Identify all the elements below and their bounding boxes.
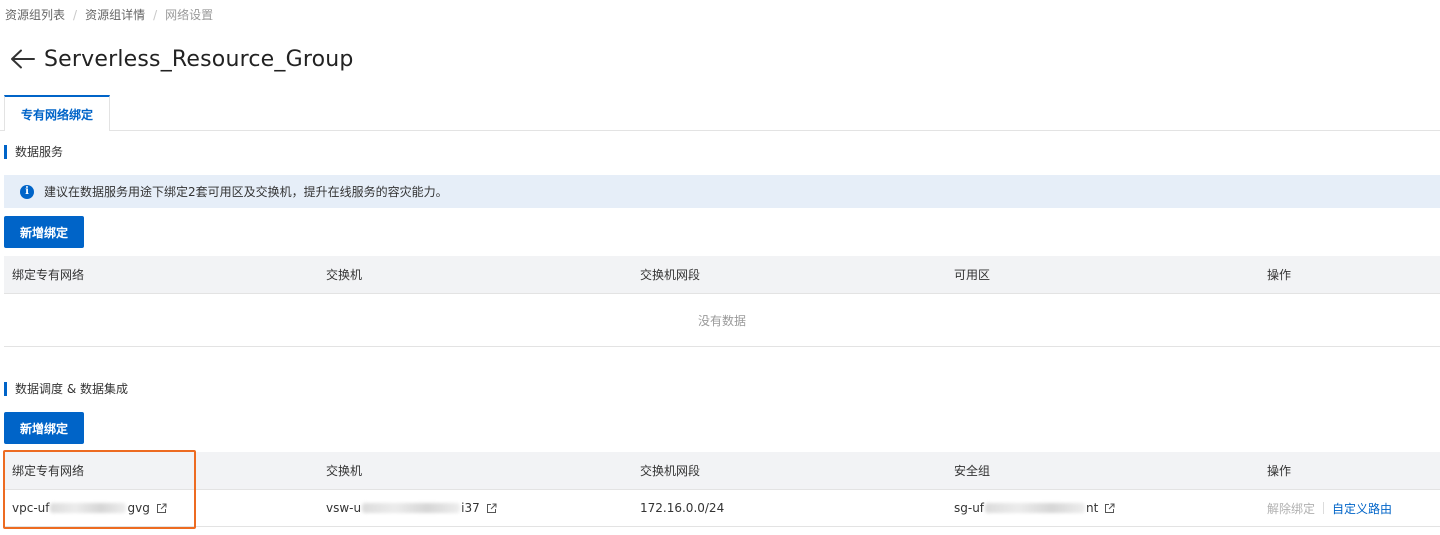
notice-text: 建议在数据服务用途下绑定2套可用区及交换机，提升在线服务的容灾能力。 (44, 185, 448, 199)
vswitch-id-cell[interactable]: vsw-u i37 (326, 501, 497, 515)
column-header-vswitch: 交换机 (326, 268, 363, 282)
add-binding-button-data-service[interactable]: 新增绑定 (4, 216, 84, 248)
vpc-id-suffix: gvg (127, 501, 150, 515)
vswitch-id-suffix: i37 (461, 501, 480, 515)
vpc-id-prefix: vpc-uf (12, 501, 50, 515)
vswitch-id-prefix: vsw-u (326, 501, 362, 515)
tab-vpc-binding[interactable]: 专有网络绑定 (4, 95, 110, 131)
column-header-zone: 可用区 (954, 268, 991, 282)
redacted-value (985, 503, 1086, 513)
page-header: Serverless_Resource_Group (8, 44, 354, 74)
add-binding-button-scheduling[interactable]: 新增绑定 (4, 412, 84, 444)
security-group-suffix: nt (1086, 501, 1099, 515)
column-header-cidr: 交换机网段 (640, 268, 701, 282)
external-link-icon[interactable] (1104, 503, 1115, 514)
column-header-security-group: 安全组 (954, 464, 991, 478)
section-title-text: 数据调度 & 数据集成 (15, 382, 128, 396)
column-header-actions: 操作 (1267, 268, 1292, 282)
column-header-vpc: 绑定专有网络 (12, 268, 85, 282)
table-header: 绑定专有网络 交换机 交换机网段 可用区 操作 (4, 256, 1440, 294)
empty-state: 没有数据 (4, 294, 1440, 347)
notice-banner: i 建议在数据服务用途下绑定2套可用区及交换机，提升在线服务的容灾能力。 (4, 175, 1440, 208)
action-divider (1323, 502, 1325, 514)
section-accent-bar (4, 381, 7, 396)
security-group-cell[interactable]: sg-uf nt (954, 501, 1115, 515)
breadcrumb-resource-group-list[interactable]: 资源组列表 (5, 6, 65, 23)
custom-route-link[interactable]: 自定义路由 (1332, 500, 1392, 517)
data-service-table: 绑定专有网络 交换机 交换机网段 可用区 操作 没有数据 (4, 256, 1440, 347)
page-title: Serverless_Resource_Group (44, 46, 354, 72)
security-group-prefix: sg-uf (954, 501, 985, 515)
table-header: 绑定专有网络 交换机 交换机网段 安全组 操作 (4, 452, 1440, 490)
tab-bar: 专有网络绑定 (0, 95, 1440, 131)
vpc-id-cell[interactable]: vpc-uf gvg (12, 501, 167, 515)
section-title-scheduling: 数据调度 & 数据集成 (4, 380, 128, 397)
info-icon: i (20, 184, 34, 199)
column-header-actions: 操作 (1267, 464, 1292, 478)
section-title-text: 数据服务 (15, 145, 64, 159)
table-row: vpc-uf gvg vsw-u i37 172.16.0.0/24 sg-uf… (4, 490, 1440, 527)
breadcrumb-resource-group-detail[interactable]: 资源组详情 (85, 6, 145, 23)
column-header-vpc: 绑定专有网络 (12, 464, 85, 478)
scheduling-table: 绑定专有网络 交换机 交换机网段 安全组 操作 vpc-uf gvg vsw-u… (4, 452, 1440, 527)
breadcrumb: 资源组列表 / 资源组详情 / 网络设置 (5, 6, 213, 23)
redacted-value (50, 503, 127, 513)
back-arrow-icon[interactable] (8, 44, 38, 74)
column-header-vswitch: 交换机 (326, 464, 363, 478)
row-actions: 解除绑定 自定义路由 (1267, 500, 1392, 517)
breadcrumb-network-settings: 网络设置 (165, 8, 214, 22)
redacted-value (362, 503, 461, 513)
external-link-icon[interactable] (486, 503, 497, 514)
external-link-icon[interactable] (156, 503, 167, 514)
breadcrumb-separator: / (73, 7, 78, 22)
unbind-link[interactable]: 解除绑定 (1267, 500, 1315, 517)
breadcrumb-separator: / (153, 7, 158, 22)
vswitch-cidr: 172.16.0.0/24 (640, 501, 725, 515)
section-title-data-service: 数据服务 (4, 143, 63, 160)
section-accent-bar (4, 144, 7, 159)
column-header-cidr: 交换机网段 (640, 464, 701, 478)
